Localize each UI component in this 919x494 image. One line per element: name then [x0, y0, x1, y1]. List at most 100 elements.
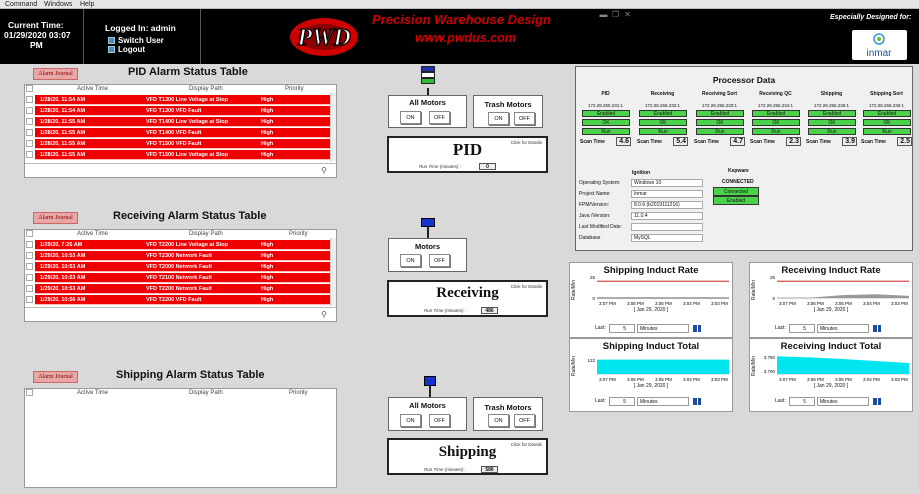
status-ok: OK — [696, 119, 744, 126]
row-checkbox[interactable] — [26, 151, 33, 158]
pid-all-motors-off-button[interactable]: OFF — [429, 111, 450, 124]
shipping-trash-motors-off-button[interactable]: OFF — [514, 414, 535, 427]
table-row[interactable]: 1/29/20, 10:56 AM VFD T2200 VFD Fault High — [26, 295, 331, 305]
table-row[interactable]: 1/29/20, 10:53 AM VFD T2300 Network Fault… — [26, 251, 331, 261]
scrollbar[interactable] — [330, 93, 336, 161]
ignition-value: 8.0.6 (b2019111216) — [631, 201, 703, 209]
table-row[interactable]: 1/28/20, 11:55 AM VFD T1500 VFD Fault High — [26, 139, 331, 149]
select-all-checkbox[interactable] — [26, 230, 33, 237]
pause-icon[interactable] — [693, 398, 701, 405]
row-checkbox[interactable] — [26, 274, 33, 281]
logout-button[interactable]: Logout — [108, 45, 145, 54]
shipping-alarm-journal-button[interactable]: Alarm Journal — [33, 371, 78, 383]
pid-area-button[interactable]: Click for Details PID Run Time (minutes)… — [387, 136, 548, 173]
last-count-stepper[interactable]: 5 — [789, 324, 815, 333]
kepware-title: Kepware — [728, 168, 749, 174]
table-row[interactable]: 1/28/20, 11:55 AM VFD T1400 VFD Fault High — [26, 128, 331, 138]
last-count-stepper[interactable]: 5 — [609, 397, 635, 406]
row-checkbox[interactable] — [26, 296, 33, 303]
status-run: Run — [752, 128, 800, 135]
shipping-all-motors-on-button[interactable]: ON — [400, 414, 421, 427]
pid-trash-motors-on-button[interactable]: ON — [488, 112, 509, 125]
select-all-checkbox[interactable] — [26, 389, 33, 396]
col-priority[interactable]: Priority — [285, 85, 304, 93]
table-row[interactable]: 1/28/20, 11:54 AM VFD T1300 VFD Fault High — [26, 106, 331, 116]
series-area — [597, 360, 729, 374]
time-unit-dropdown[interactable]: Minutes — [817, 324, 869, 333]
row-checkbox[interactable] — [26, 263, 33, 270]
logout-label: Logout — [118, 45, 146, 54]
row-checkbox[interactable] — [26, 285, 33, 292]
table-row[interactable]: 1/29/20, 7:26 AM VFD T2200 Line Voltage a… — [26, 240, 331, 250]
col-active-time[interactable]: Active Time — [77, 389, 108, 397]
switch-user-button[interactable]: Switch User — [108, 36, 164, 45]
x-tick-label: 3:03 PM — [711, 301, 728, 306]
receiving-area-button[interactable]: Click for Details Receiving Run Time (mi… — [387, 280, 548, 317]
ignition-label: Java /Version: — [579, 213, 611, 219]
menu-command[interactable]: Command — [5, 0, 37, 9]
time-unit-dropdown[interactable]: Minutes — [637, 324, 689, 333]
col-display-path[interactable]: Display Path — [189, 230, 223, 238]
row-checkbox[interactable] — [26, 118, 33, 125]
row-checkbox[interactable] — [26, 241, 33, 248]
menu-help[interactable]: Help — [80, 0, 94, 9]
search-icon[interactable]: ⚲ — [321, 310, 330, 319]
row-checkbox[interactable] — [26, 252, 33, 259]
last-count-stepper[interactable]: 5 — [609, 324, 635, 333]
restore-icon[interactable]: ❐ — [611, 10, 620, 19]
table-row[interactable]: 1/28/20, 11:55 AM VFD T1500 Line Voltage … — [26, 150, 331, 160]
pause-icon[interactable] — [693, 325, 701, 332]
pause-icon[interactable] — [873, 398, 881, 405]
select-all-checkbox[interactable] — [26, 85, 33, 92]
x-tick-label: 3:04 PM — [863, 301, 880, 306]
status-run: Run — [639, 128, 687, 135]
current-time-value: 01/29/2020 03:07 — [4, 30, 71, 40]
status-enabled: Enabled — [808, 110, 856, 117]
ignition-value: Inmar — [631, 190, 703, 198]
table-row[interactable]: 1/28/20, 11:55 AM VFD T1400 Line Voltage … — [26, 117, 331, 127]
row-checkbox[interactable] — [26, 96, 33, 103]
processor-column: Receiving QC 172.28.255.234:1 Enabled OK Run… — [750, 91, 801, 146]
col-priority[interactable]: Priority — [289, 230, 308, 238]
col-display-path[interactable]: Display Path — [189, 85, 223, 93]
status-run: Run — [696, 128, 744, 135]
col-priority[interactable]: Priority — [289, 389, 308, 397]
pid-trash-motors-off-button[interactable]: OFF — [514, 112, 535, 125]
pause-icon[interactable] — [873, 325, 881, 332]
row-checkbox[interactable] — [26, 107, 33, 114]
scan-time-label: Scan Time — [580, 138, 605, 145]
last-count-stepper[interactable]: 5 — [789, 397, 815, 406]
shipping-all-motors-off-button[interactable]: OFF — [429, 414, 450, 427]
divider — [200, 9, 201, 64]
row-checkbox[interactable] — [26, 129, 33, 136]
col-active-time[interactable]: Active Time — [77, 230, 108, 238]
shipping-area-button[interactable]: Click for Details Shipping Run Time (min… — [387, 438, 548, 475]
trash-motors-label: Trash Motors — [484, 403, 532, 412]
search-icon[interactable]: ⚲ — [321, 166, 330, 175]
time-unit-dropdown[interactable]: Minutes — [817, 397, 869, 406]
col-active-time[interactable]: Active Time — [77, 85, 108, 93]
ignition-label: FPM/Version: — [579, 202, 610, 208]
scrollbar[interactable] — [330, 238, 336, 306]
table-row[interactable]: 1/28/20, 11:54 AM VFD T1300 Line Voltage … — [26, 95, 331, 105]
table-row[interactable]: 1/29/20, 10:53 AM VFD T2000 Network Fault… — [26, 262, 331, 272]
shipping-trash-motors-on-button[interactable]: ON — [488, 414, 509, 427]
menu-windows[interactable]: Windows — [44, 0, 72, 9]
last-label: Last: — [595, 325, 606, 331]
time-unit-dropdown[interactable]: Minutes — [637, 397, 689, 406]
receiving-alarm-journal-button[interactable]: Alarm Journal — [33, 212, 78, 224]
cell-display-path: VFD T1300 Line Voltage at Stop — [146, 97, 229, 103]
row-checkbox[interactable] — [26, 140, 33, 147]
table-row[interactable]: 1/29/20, 10:53 AM VFD T2200 Network Fault… — [26, 284, 331, 294]
processor-ip: 172.28.255.233:1 — [701, 103, 738, 108]
pid-all-motors-on-button[interactable]: ON — [400, 111, 421, 124]
table-row[interactable]: 1/29/20, 10:53 AM VFD T2100 Network Fault… — [26, 273, 331, 283]
receiving-motors-on-button[interactable]: ON — [400, 254, 421, 267]
ignition-value — [631, 223, 703, 231]
chart-container: Shipping Induct Total Rate/Min 122 3:07 PM 3… — [569, 338, 733, 414]
receiving-motors-off-button[interactable]: OFF — [429, 254, 450, 267]
col-display-path[interactable]: Display Path — [189, 389, 223, 397]
minimize-icon[interactable]: ▬ — [599, 10, 608, 19]
close-icon[interactable]: ✕ — [623, 10, 632, 19]
pid-alarm-journal-button[interactable]: Alarm Journal — [33, 68, 78, 80]
